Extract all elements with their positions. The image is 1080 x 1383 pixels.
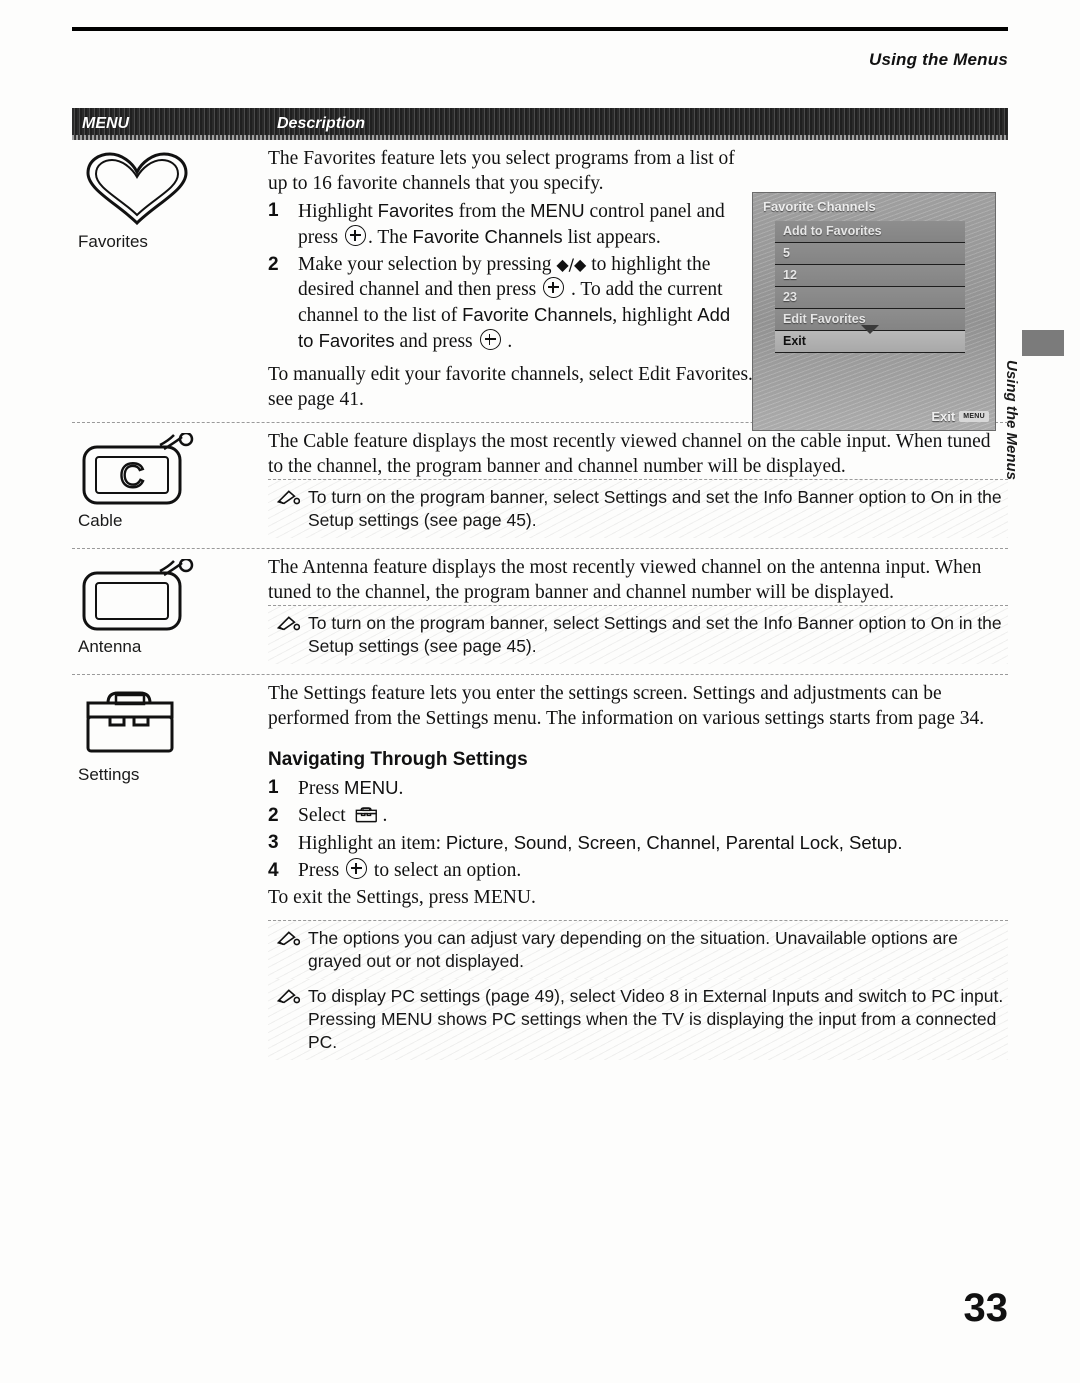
enter-button-icon xyxy=(543,277,565,298)
enter-button-icon xyxy=(479,329,501,350)
note-block: To turn on the program banner, select Se… xyxy=(268,479,1008,538)
menu-description-table: MENU Description Favorites Favorite Chan… xyxy=(72,108,1008,1070)
step-number: 2 xyxy=(268,254,279,275)
document-page: Using the Menus Using the Menus MENU Des… xyxy=(0,0,1080,1383)
description-cell: The Cable feature displays the most rece… xyxy=(268,423,1008,548)
step-text: Make your selection by pressing ◆/◆ to h… xyxy=(298,254,731,352)
subheading-navigating-through-settings: Navigating Through Settings xyxy=(268,749,528,770)
note-text: To turn on the program banner, select Se… xyxy=(308,487,1002,530)
note-block: To turn on the program banner, select Se… xyxy=(268,605,1008,664)
tv-list-item[interactable]: 5 xyxy=(775,243,965,265)
list-item: 3 Highlight an item: Picture, Sound, Scr… xyxy=(268,830,1008,856)
step-text: Select . xyxy=(298,805,388,826)
running-header-title: Using the Menus xyxy=(868,50,1008,69)
step-text-select-label: Select xyxy=(298,805,346,826)
list-item: 2 Select . xyxy=(268,803,1008,828)
table-row: C Cable The Cable feature displays the m… xyxy=(72,423,1008,548)
list-item: 4 Press to select an option. xyxy=(268,858,1008,883)
up-down-arrows-icon: ◆/◆ xyxy=(556,255,587,274)
note-text: To display PC settings (page 49), select… xyxy=(308,986,1004,1052)
list-item: 1 Press MENU. xyxy=(268,775,1008,801)
table-row: Antenna The Antenna feature displays the… xyxy=(72,549,1008,674)
tv-footer-exit-label: Exit xyxy=(931,409,956,424)
menu-icon-label: Antenna xyxy=(78,637,142,656)
column-header-menu: MENU xyxy=(82,115,130,132)
step-number: 3 xyxy=(268,832,279,853)
menu-icon-label: Settings xyxy=(78,765,140,784)
tv-antenna-icon xyxy=(82,559,194,631)
table-header-row: MENU Description xyxy=(72,108,1008,140)
menu-icon-cell: Antenna xyxy=(72,549,268,674)
tv-list-item-exit[interactable]: Exit xyxy=(775,331,965,353)
tv-screen-title: Favorite Channels xyxy=(763,199,876,214)
tv-scroll-down-caret-icon xyxy=(861,325,879,334)
note-pencil-icon xyxy=(276,989,300,1004)
header-rule xyxy=(72,27,1008,31)
note-pencil-icon xyxy=(276,931,300,946)
table-row: Favorites Favorite Channels Add to Favor… xyxy=(72,140,1008,431)
tv-footer: Exit MENU xyxy=(931,409,989,424)
menu-icon-cell: C Cable xyxy=(72,423,268,548)
step-list: 1 Press MENU. 2 Select . 3 Highlight an … xyxy=(268,775,1008,883)
tv-list-item[interactable]: 12 xyxy=(775,265,965,287)
step-text: Press MENU. xyxy=(298,777,404,799)
table-row: Settings The Settings feature lets you e… xyxy=(72,675,1008,1070)
tv-list-item[interactable]: Add to Favorites xyxy=(775,221,965,243)
heart-icon xyxy=(86,152,188,226)
tv-screenshot-favorite-channels: Favorite Channels Add to Favorites 5 12 … xyxy=(752,192,996,431)
step-text: Press to select an option. xyxy=(298,858,522,881)
step-text: Highlight Favorites from the MENU contro… xyxy=(298,200,725,248)
description-cell: Favorite Channels Add to Favorites 5 12 … xyxy=(268,140,1008,431)
step-number: 1 xyxy=(268,200,279,221)
note-text: The options you can adjust vary dependin… xyxy=(308,928,958,971)
tv-footer-menu-button-icon: MENU xyxy=(959,411,989,422)
step-number: 4 xyxy=(268,860,279,881)
toolbox-inline-icon xyxy=(355,807,377,823)
menu-icon-label: Cable xyxy=(78,511,123,530)
row-paragraph: The Settings feature lets you enter the … xyxy=(268,683,985,729)
step-number: 1 xyxy=(268,777,279,798)
tv-cable-icon: C xyxy=(82,433,194,505)
row-paragraph: The Cable feature displays the most rece… xyxy=(268,431,991,477)
note-text: To turn on the program banner, select Se… xyxy=(308,613,1002,656)
description-cell: The Antenna feature displays the most re… xyxy=(268,549,1008,674)
note-block: To display PC settings (page 49), select… xyxy=(268,979,1008,1060)
enter-button-icon xyxy=(346,858,368,879)
column-header-description: Description xyxy=(277,115,366,132)
page-number: 33 xyxy=(963,1286,1009,1330)
note-pencil-icon xyxy=(276,616,300,631)
menu-icon-cell: Favorites xyxy=(72,140,268,422)
row-paragraph: The Antenna feature displays the most re… xyxy=(268,557,982,603)
toolbox-icon xyxy=(86,691,174,753)
menu-icon-label: Favorites xyxy=(78,232,148,251)
tv-list-item[interactable]: 23 xyxy=(775,287,965,309)
step-number: 2 xyxy=(268,805,279,826)
note-block: The options you can adjust vary dependin… xyxy=(268,920,1008,979)
row-closing-paragraph: To exit the Settings, press MENU. xyxy=(268,887,536,908)
step-text: Highlight an item: Picture, Sound, Scree… xyxy=(298,832,903,854)
svg-text:C: C xyxy=(120,457,145,495)
side-tab-block xyxy=(1022,330,1064,356)
menu-icon-cell: Settings xyxy=(72,675,268,1070)
row-paragraph: The Favorites feature lets you select pr… xyxy=(268,148,735,194)
enter-button-icon xyxy=(344,225,366,246)
note-pencil-icon xyxy=(276,490,300,505)
description-cell: The Settings feature lets you enter the … xyxy=(268,675,1008,1070)
